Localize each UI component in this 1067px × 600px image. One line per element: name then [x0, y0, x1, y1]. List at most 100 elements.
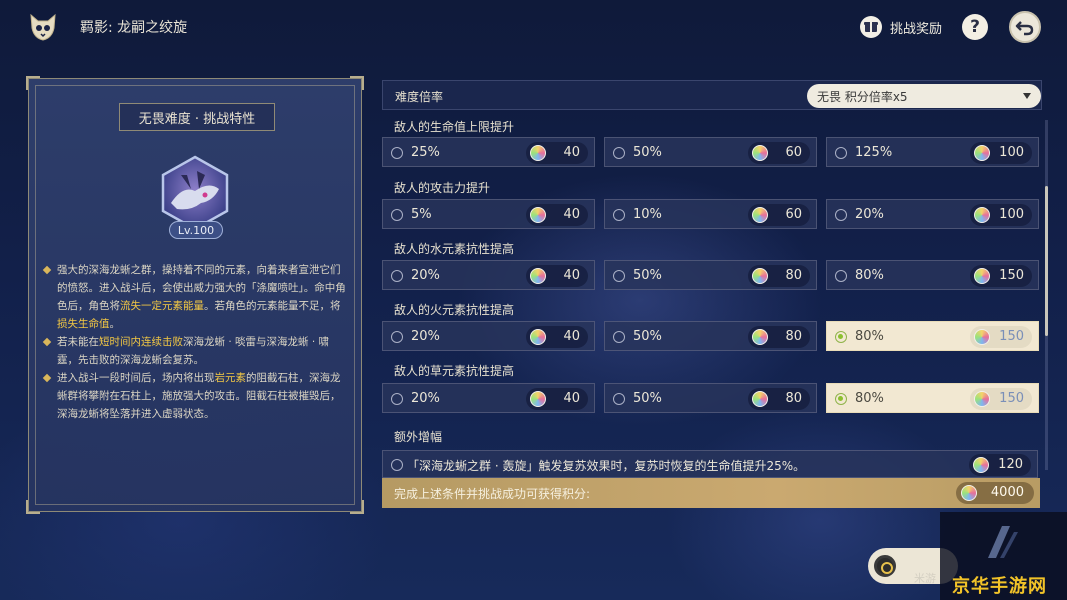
difficulty-dropdown[interactable]: 无畏 积分倍率x5	[807, 84, 1041, 108]
watermark-slash-icon	[988, 526, 1018, 558]
total-points-pill: 4000	[956, 482, 1034, 504]
option-dendro-80[interactable]: 80% 150	[826, 383, 1039, 413]
radio-button[interactable]	[391, 331, 403, 343]
points-value: 80	[785, 329, 802, 344]
trait-text-seg: 若未能在	[57, 336, 99, 348]
option-pyro-80[interactable]: 80% 150	[826, 321, 1039, 351]
help-button[interactable]: ?	[962, 14, 988, 40]
boss-portrait	[157, 155, 233, 231]
option-hydro-20[interactable]: 20% 40	[382, 260, 595, 290]
diamond-bullet-icon	[42, 265, 52, 275]
total-points-bar: 完成上述条件并挑战成功可获得积分: 4000	[382, 478, 1040, 508]
points-orb-icon	[530, 207, 546, 223]
points-pill: 60	[748, 142, 810, 164]
points-value: 40	[563, 207, 580, 222]
reward-box-icon	[860, 16, 882, 38]
radio-button[interactable]	[391, 209, 403, 221]
points-orb-icon	[752, 145, 768, 161]
challenge-reward-button[interactable]: 挑战奖励	[860, 14, 942, 40]
radio-button[interactable]	[391, 393, 403, 405]
option-label: 50%	[633, 329, 662, 344]
points-value: 40	[563, 329, 580, 344]
radio-button[interactable]	[613, 209, 625, 221]
section-title-dendro-res: 敌人的草元素抗性提高	[394, 364, 515, 378]
radio-button[interactable]	[835, 147, 847, 159]
points-pill: 150	[970, 388, 1032, 410]
points-pill: 100	[970, 142, 1032, 164]
points-value: 60	[785, 207, 802, 222]
points-orb-icon	[530, 268, 546, 284]
points-orb-icon	[974, 329, 990, 345]
points-value: 80	[785, 391, 802, 406]
cat-mask-icon	[28, 12, 58, 42]
radio-button[interactable]	[613, 331, 625, 343]
points-value: 40	[563, 145, 580, 160]
points-pill: 60	[748, 204, 810, 226]
radio-button[interactable]	[391, 459, 403, 471]
points-pill: 80	[748, 326, 810, 348]
option-dendro-20[interactable]: 20% 40	[382, 383, 595, 413]
option-label: 10%	[633, 207, 662, 222]
watermark-logo: 京华手游网	[952, 576, 1047, 597]
watermark-subtext: 米游	[914, 572, 936, 585]
option-label: 20%	[411, 391, 440, 406]
points-orb-icon	[530, 145, 546, 161]
option-atk-5[interactable]: 5% 40	[382, 199, 595, 229]
option-pyro-50[interactable]: 50% 80	[604, 321, 817, 351]
option-hp-125[interactable]: 125% 100	[826, 137, 1039, 167]
radio-button[interactable]	[835, 331, 847, 343]
scrollbar-thumb[interactable]	[1045, 186, 1048, 336]
option-label: 80%	[855, 391, 884, 406]
option-hp-50[interactable]: 50% 60	[604, 137, 817, 167]
points-pill: 40	[526, 265, 588, 287]
option-pyro-20[interactable]: 20% 40	[382, 321, 595, 351]
option-label: 5%	[411, 207, 432, 222]
points-value: 150	[999, 391, 1024, 406]
points-orb-icon	[974, 268, 990, 284]
option-hp-25[interactable]: 25% 40	[382, 137, 595, 167]
diamond-bullet-icon	[42, 373, 52, 383]
points-value: 150	[999, 268, 1024, 283]
options-scrollbar[interactable]	[1045, 120, 1048, 470]
challenge-reward-label: 挑战奖励	[890, 21, 943, 37]
radio-button[interactable]	[835, 393, 847, 405]
top-bar: 羁影: 龙嗣之绞旋 挑战奖励 ?	[0, 0, 1067, 54]
trait-highlight: 短时间内连续击败	[99, 336, 183, 348]
challenge-trait-panel: 无畏难度 · 挑战特性 Lv.100 强大的深海龙蜥之群，操持着不同的元素，向着…	[26, 76, 364, 514]
radio-button[interactable]	[613, 393, 625, 405]
radio-button[interactable]	[835, 270, 847, 282]
option-atk-20[interactable]: 20% 100	[826, 199, 1039, 229]
points-orb-icon	[752, 329, 768, 345]
points-orb-icon	[752, 268, 768, 284]
radio-button[interactable]	[613, 270, 625, 282]
back-arrow-icon	[1015, 21, 1034, 36]
option-atk-10[interactable]: 10% 60	[604, 199, 817, 229]
option-label: 「深海龙蜥之群 · 轰旋」触发复苏效果时，复苏时恢复的生命值提升25%。	[407, 459, 806, 473]
points-orb-icon	[973, 457, 989, 473]
trait-highlight: 流失一定元素能量	[120, 300, 204, 312]
section-title-atk: 敌人的攻击力提升	[394, 181, 491, 195]
option-hydro-50[interactable]: 50% 80	[604, 260, 817, 290]
option-label: 80%	[855, 329, 884, 344]
total-points-label: 完成上述条件并挑战成功可获得积分:	[394, 487, 591, 501]
points-orb-icon	[974, 145, 990, 161]
radio-button[interactable]	[391, 270, 403, 282]
radio-button[interactable]	[835, 209, 847, 221]
section-title-pyro-res: 敌人的火元素抗性提高	[394, 303, 515, 317]
option-dendro-50[interactable]: 50% 80	[604, 383, 817, 413]
points-pill: 40	[526, 204, 588, 226]
radio-button[interactable]	[391, 147, 403, 159]
radio-button[interactable]	[613, 147, 625, 159]
back-button[interactable]	[1009, 11, 1041, 43]
trait-text-seg: 。	[109, 318, 121, 330]
points-value: 100	[999, 207, 1024, 222]
points-pill: 40	[526, 326, 588, 348]
trait-highlight: 岩元素	[214, 372, 247, 384]
option-extra-revive[interactable]: 「深海龙蜥之群 · 轰旋」触发复苏效果时，复苏时恢复的生命值提升25%。 120	[382, 450, 1038, 478]
points-orb-icon	[974, 207, 990, 223]
page-title: 羁影: 龙嗣之绞旋	[80, 20, 188, 36]
option-hydro-80[interactable]: 80% 150	[826, 260, 1039, 290]
option-label: 125%	[855, 145, 893, 160]
points-orb-icon	[961, 485, 977, 501]
points-orb-icon	[752, 207, 768, 223]
